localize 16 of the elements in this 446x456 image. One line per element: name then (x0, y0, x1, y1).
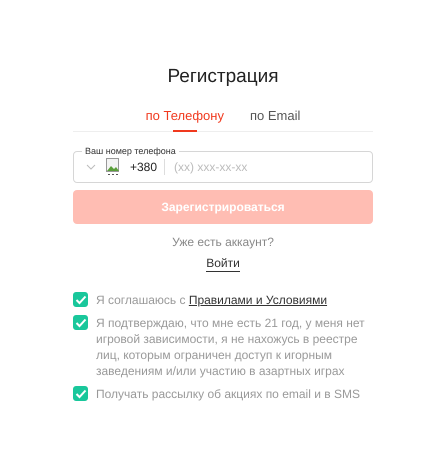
checkbox[interactable] (73, 386, 88, 401)
agreement-text: Получать рассылку об акциях по email и в SMS (96, 386, 360, 402)
agreement-text: Я соглашаюсь с Правилами и Условиями (96, 292, 328, 308)
field-label: Ваш номер телефона (82, 145, 179, 157)
tab[interactable]: по Телефону (146, 104, 224, 131)
terms-link[interactable]: Правилами и Условиями (188, 293, 328, 307)
login-link[interactable]: Войти (206, 256, 240, 272)
login-prompt: Уже есть аккаунт? (172, 235, 274, 249)
checkbox[interactable] (73, 292, 88, 307)
checkbox[interactable] (73, 315, 88, 330)
agreement-text: Я подтверждаю, что мне есть 21 год, у меня нет игровой зависимости, я не нахожусь в реестре лиц, которым ограничен доступ к игорным заведениям и/или участию в азартных играх (96, 315, 366, 379)
page-title: Регистрация (167, 65, 279, 89)
tab[interactable]: по Email (250, 104, 300, 131)
country-code: +380 (130, 160, 158, 174)
chevron-down-icon[interactable] (86, 164, 96, 170)
image-icon (106, 158, 120, 176)
